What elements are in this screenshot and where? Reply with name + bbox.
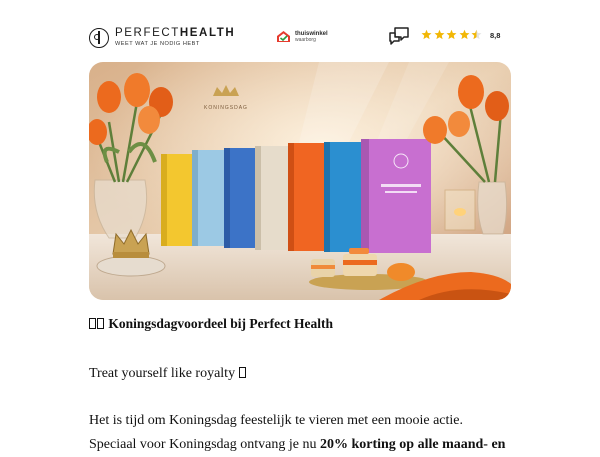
hero-wall-text: KONINGSDAG [204, 105, 248, 111]
thuiswinkel-line2: waarborg [295, 36, 316, 43]
logo-name-light: PERFECT [115, 27, 180, 39]
missing-glyph-icon [97, 318, 104, 329]
email-heading: Koningsdagvoordeel bij Perfect Health [89, 316, 333, 332]
logo-title: PERFECTHEALTH [115, 27, 235, 39]
star-icon [421, 29, 432, 40]
email-header: PERFECTHEALTH WEET WAT JE NODIG HEBT thu… [0, 0, 600, 62]
email-view: PERFECTHEALTH WEET WAT JE NODIG HEBT thu… [0, 0, 600, 452]
thuiswinkel-badge[interactable]: thuiswinkel waarborg [276, 30, 328, 43]
star-half-icon [471, 29, 482, 40]
star-icon [434, 29, 444, 40]
email-tagline: Treat yourself like royalty [89, 366, 247, 382]
logo-slogan: WEET WAT JE NODIG HEBT [115, 41, 200, 47]
logo-icon [89, 27, 109, 48]
thuiswinkel-line1: thuiswinkel [295, 30, 328, 37]
koningsdag-hero-image[interactable]: KONINGSDAG [89, 62, 511, 300]
star-icon [446, 29, 457, 40]
rating-stars [421, 29, 484, 40]
logo-wordmark: PERFECTHEALTH WEET WAT JE NODIG HEBT [115, 27, 235, 48]
logo-name-bold: HEALTH [179, 27, 236, 39]
email-heading-text: Koningsdagvoordeel bij Perfect Health [108, 316, 333, 331]
thuiswinkel-house-icon [277, 31, 290, 42]
reviews-chat-icon[interactable] [389, 27, 409, 45]
star-icon [459, 29, 469, 40]
perfect-health-logo[interactable]: PERFECTHEALTH WEET WAT JE NODIG HEBT [89, 27, 235, 48]
missing-glyph-icon [238, 367, 246, 378]
missing-glyph-icon [89, 318, 96, 329]
email-tagline-text: Treat yourself like royalty [89, 366, 236, 381]
rating-score: 8,8 [490, 31, 501, 40]
